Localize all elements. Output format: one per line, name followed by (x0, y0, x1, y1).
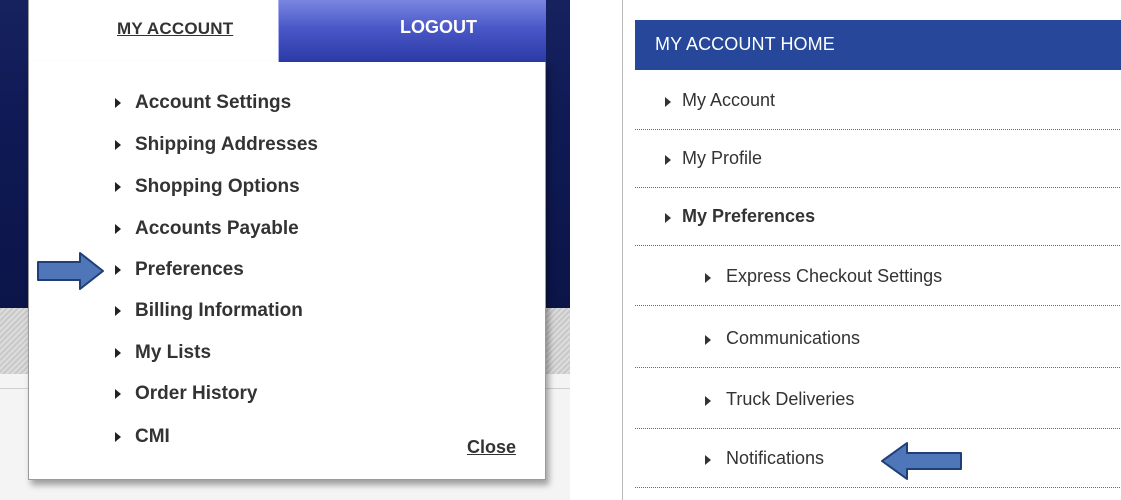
panel-title: MY ACCOUNT HOME (655, 34, 835, 54)
menu-item-label: Order History (135, 383, 258, 404)
my-account-tab-label[interactable]: MY ACCOUNT (117, 19, 233, 39)
nav-subitem-truck-deliveries[interactable]: Truck Deliveries (635, 371, 1121, 429)
triangle-right-icon (665, 155, 671, 165)
menu-item-label: Billing Information (135, 300, 303, 321)
triangle-right-icon (665, 97, 671, 107)
triangle-right-icon (115, 432, 121, 442)
nav-item-label: My Profile (682, 148, 763, 168)
close-link[interactable]: Close (467, 437, 516, 458)
triangle-right-icon (115, 389, 121, 399)
nav-item-label: My Preferences (682, 206, 816, 226)
triangle-right-icon (115, 265, 121, 275)
triangle-right-icon (705, 455, 711, 465)
nav-item-label: Notifications (726, 448, 825, 468)
nav-item-label: Communications (726, 328, 861, 348)
menu-item-label: Preferences (135, 259, 244, 280)
nav-subitem-express-checkout-settings[interactable]: Express Checkout Settings (635, 248, 1121, 306)
triangle-right-icon (115, 140, 121, 150)
nav-item-my-profile[interactable]: My Profile (635, 130, 1121, 188)
callout-arrow-icon (881, 442, 962, 480)
menu-item-label: Account Settings (135, 92, 292, 113)
menu-item-label: Accounts Payable (135, 218, 299, 239)
my-account-tab[interactable]: MY ACCOUNT (28, 0, 278, 62)
triangle-right-icon (705, 396, 711, 406)
menu-item-label: Shopping Options (135, 176, 300, 197)
triangle-right-icon (115, 182, 121, 192)
triangle-right-icon (705, 335, 711, 345)
menu-item-label: My Lists (135, 342, 212, 363)
menu-item-order-history[interactable]: Order History (115, 379, 257, 409)
nav-subitem-communications[interactable]: Communications (635, 310, 1121, 368)
menu-item-cmi[interactable]: CMI (115, 422, 170, 452)
menu-item-my-lists[interactable]: My Lists (115, 338, 211, 368)
nav-item-label: My Account (682, 90, 776, 110)
nav-subitem-notifications[interactable]: Notifications (635, 430, 1121, 488)
menu-item-label: Shipping Addresses (135, 134, 318, 155)
my-account-home-panel: MY ACCOUNT HOME My Account My Profile My… (622, 0, 1121, 500)
triangle-right-icon (115, 306, 121, 316)
menu-item-shipping-addresses[interactable]: Shipping Addresses (115, 130, 318, 160)
account-dropdown-screenshot: MY ACCOUNT LOGOUT Account Settings Shipp… (0, 0, 570, 500)
menu-item-billing-information[interactable]: Billing Information (115, 296, 303, 326)
menu-item-account-settings[interactable]: Account Settings (115, 88, 291, 118)
nav-item-my-account[interactable]: My Account (635, 72, 1121, 130)
nav-item-my-preferences[interactable]: My Preferences (635, 188, 1121, 246)
triangle-right-icon (115, 348, 121, 358)
triangle-right-icon (115, 224, 121, 234)
menu-item-label: CMI (135, 426, 170, 447)
callout-arrow-icon (37, 252, 104, 290)
triangle-right-icon (115, 98, 121, 108)
menu-item-shopping-options[interactable]: Shopping Options (115, 172, 300, 202)
panel-header: MY ACCOUNT HOME (635, 20, 1121, 70)
menu-item-accounts-payable[interactable]: Accounts Payable (115, 214, 299, 244)
logout-label[interactable]: LOGOUT (400, 17, 477, 38)
nav-item-label: Truck Deliveries (726, 389, 855, 409)
triangle-right-icon (705, 273, 711, 283)
menu-item-preferences[interactable]: Preferences (115, 255, 244, 285)
nav-item-label: Express Checkout Settings (726, 266, 943, 286)
triangle-right-icon (665, 213, 671, 223)
logout-tab[interactable]: LOGOUT (278, 0, 546, 62)
